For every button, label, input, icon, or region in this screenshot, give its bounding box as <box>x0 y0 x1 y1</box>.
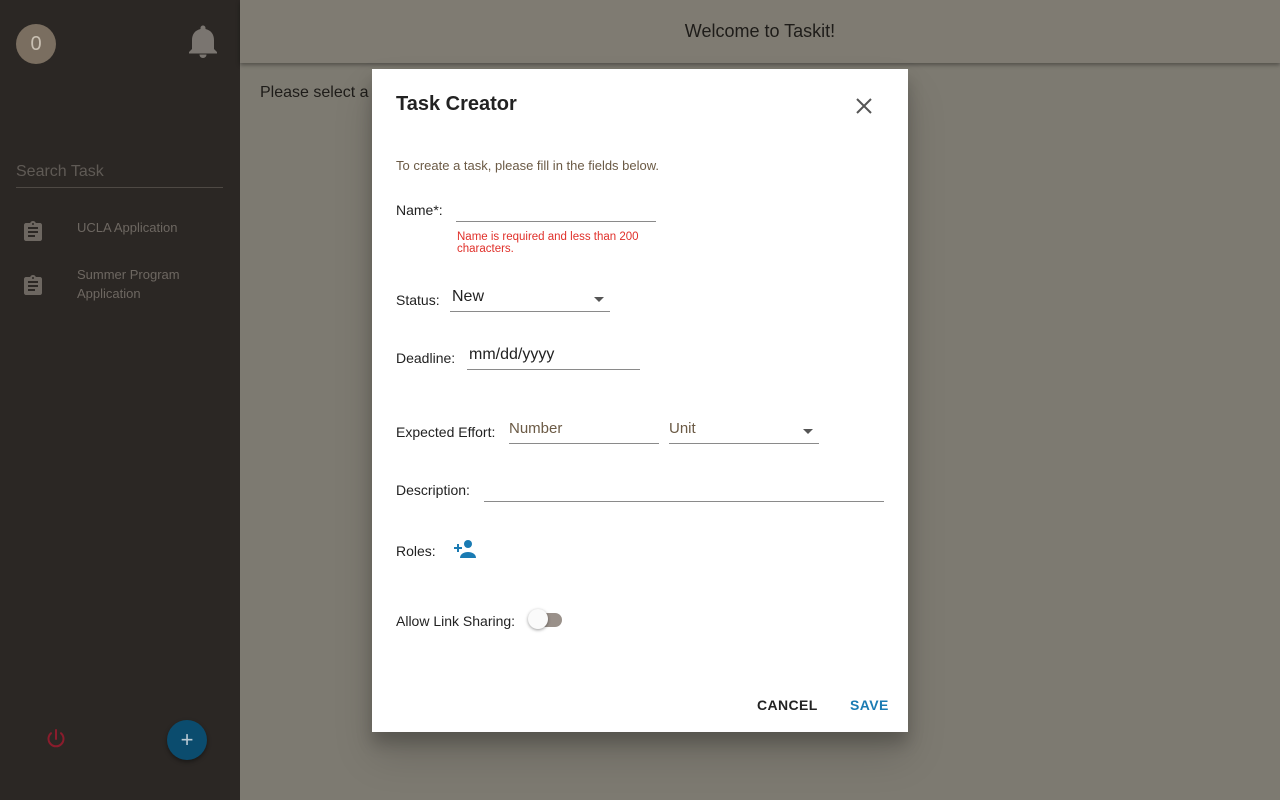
chevron-down-icon <box>594 297 604 302</box>
dialog-title: Task Creator <box>396 93 517 115</box>
description-field[interactable] <box>484 478 884 502</box>
status-select[interactable]: New <box>450 288 610 312</box>
roles-label: Roles: <box>396 543 436 559</box>
name-field[interactable] <box>456 198 656 222</box>
deadline-field[interactable]: mm/dd/yyyy <box>467 346 640 370</box>
task-label: UCLA Application <box>77 220 178 235</box>
name-label: Name*: <box>396 202 443 218</box>
task-label: Summer Program Application <box>77 267 180 301</box>
search-input[interactable]: Search Task <box>16 160 223 188</box>
cancel-button[interactable]: CANCEL <box>757 697 818 713</box>
deadline-value: mm/dd/yyyy <box>469 346 555 363</box>
toggle-knob <box>528 609 548 629</box>
dialog-instructions: To create a task, please fill in the fie… <box>396 158 660 173</box>
bell-icon[interactable] <box>188 25 218 59</box>
effort-label: Expected Effort: <box>396 424 496 440</box>
description-label: Description: <box>396 482 470 498</box>
clipboard-icon <box>24 221 42 241</box>
chevron-down-icon <box>803 429 813 434</box>
power-icon[interactable] <box>44 727 68 751</box>
task-creator-dialog: Task Creator To create a task, please fi… <box>372 69 908 732</box>
app-header: Welcome to Taskit! <box>240 0 1280 63</box>
page-title: Welcome to Taskit! <box>684 21 836 41</box>
deadline-label: Deadline: <box>396 350 456 366</box>
plus-icon: + <box>180 727 194 752</box>
clipboard-icon <box>24 275 42 295</box>
effort-number-placeholder: Number <box>509 420 563 437</box>
status-value: New <box>452 288 485 305</box>
effort-unit-placeholder: Unit <box>669 420 696 437</box>
save-button[interactable]: SAVE <box>850 697 889 713</box>
effort-unit-select[interactable]: Unit <box>669 420 819 444</box>
sidebar: 0 Search Task UCLA Application Summer Pr… <box>0 0 240 800</box>
link-sharing-label: Allow Link Sharing: <box>396 613 516 629</box>
name-error: Name is required and less than 200 chara… <box>457 231 639 255</box>
close-icon[interactable] <box>852 94 876 118</box>
status-label: Status: <box>396 292 440 308</box>
main-message: Please select a <box>260 84 369 101</box>
add-task-button[interactable]: + <box>167 720 207 760</box>
add-person-icon[interactable] <box>453 539 477 559</box>
effort-number-field[interactable]: Number <box>509 420 659 444</box>
link-sharing-toggle[interactable] <box>528 609 564 631</box>
avatar[interactable]: 0 <box>16 24 56 64</box>
